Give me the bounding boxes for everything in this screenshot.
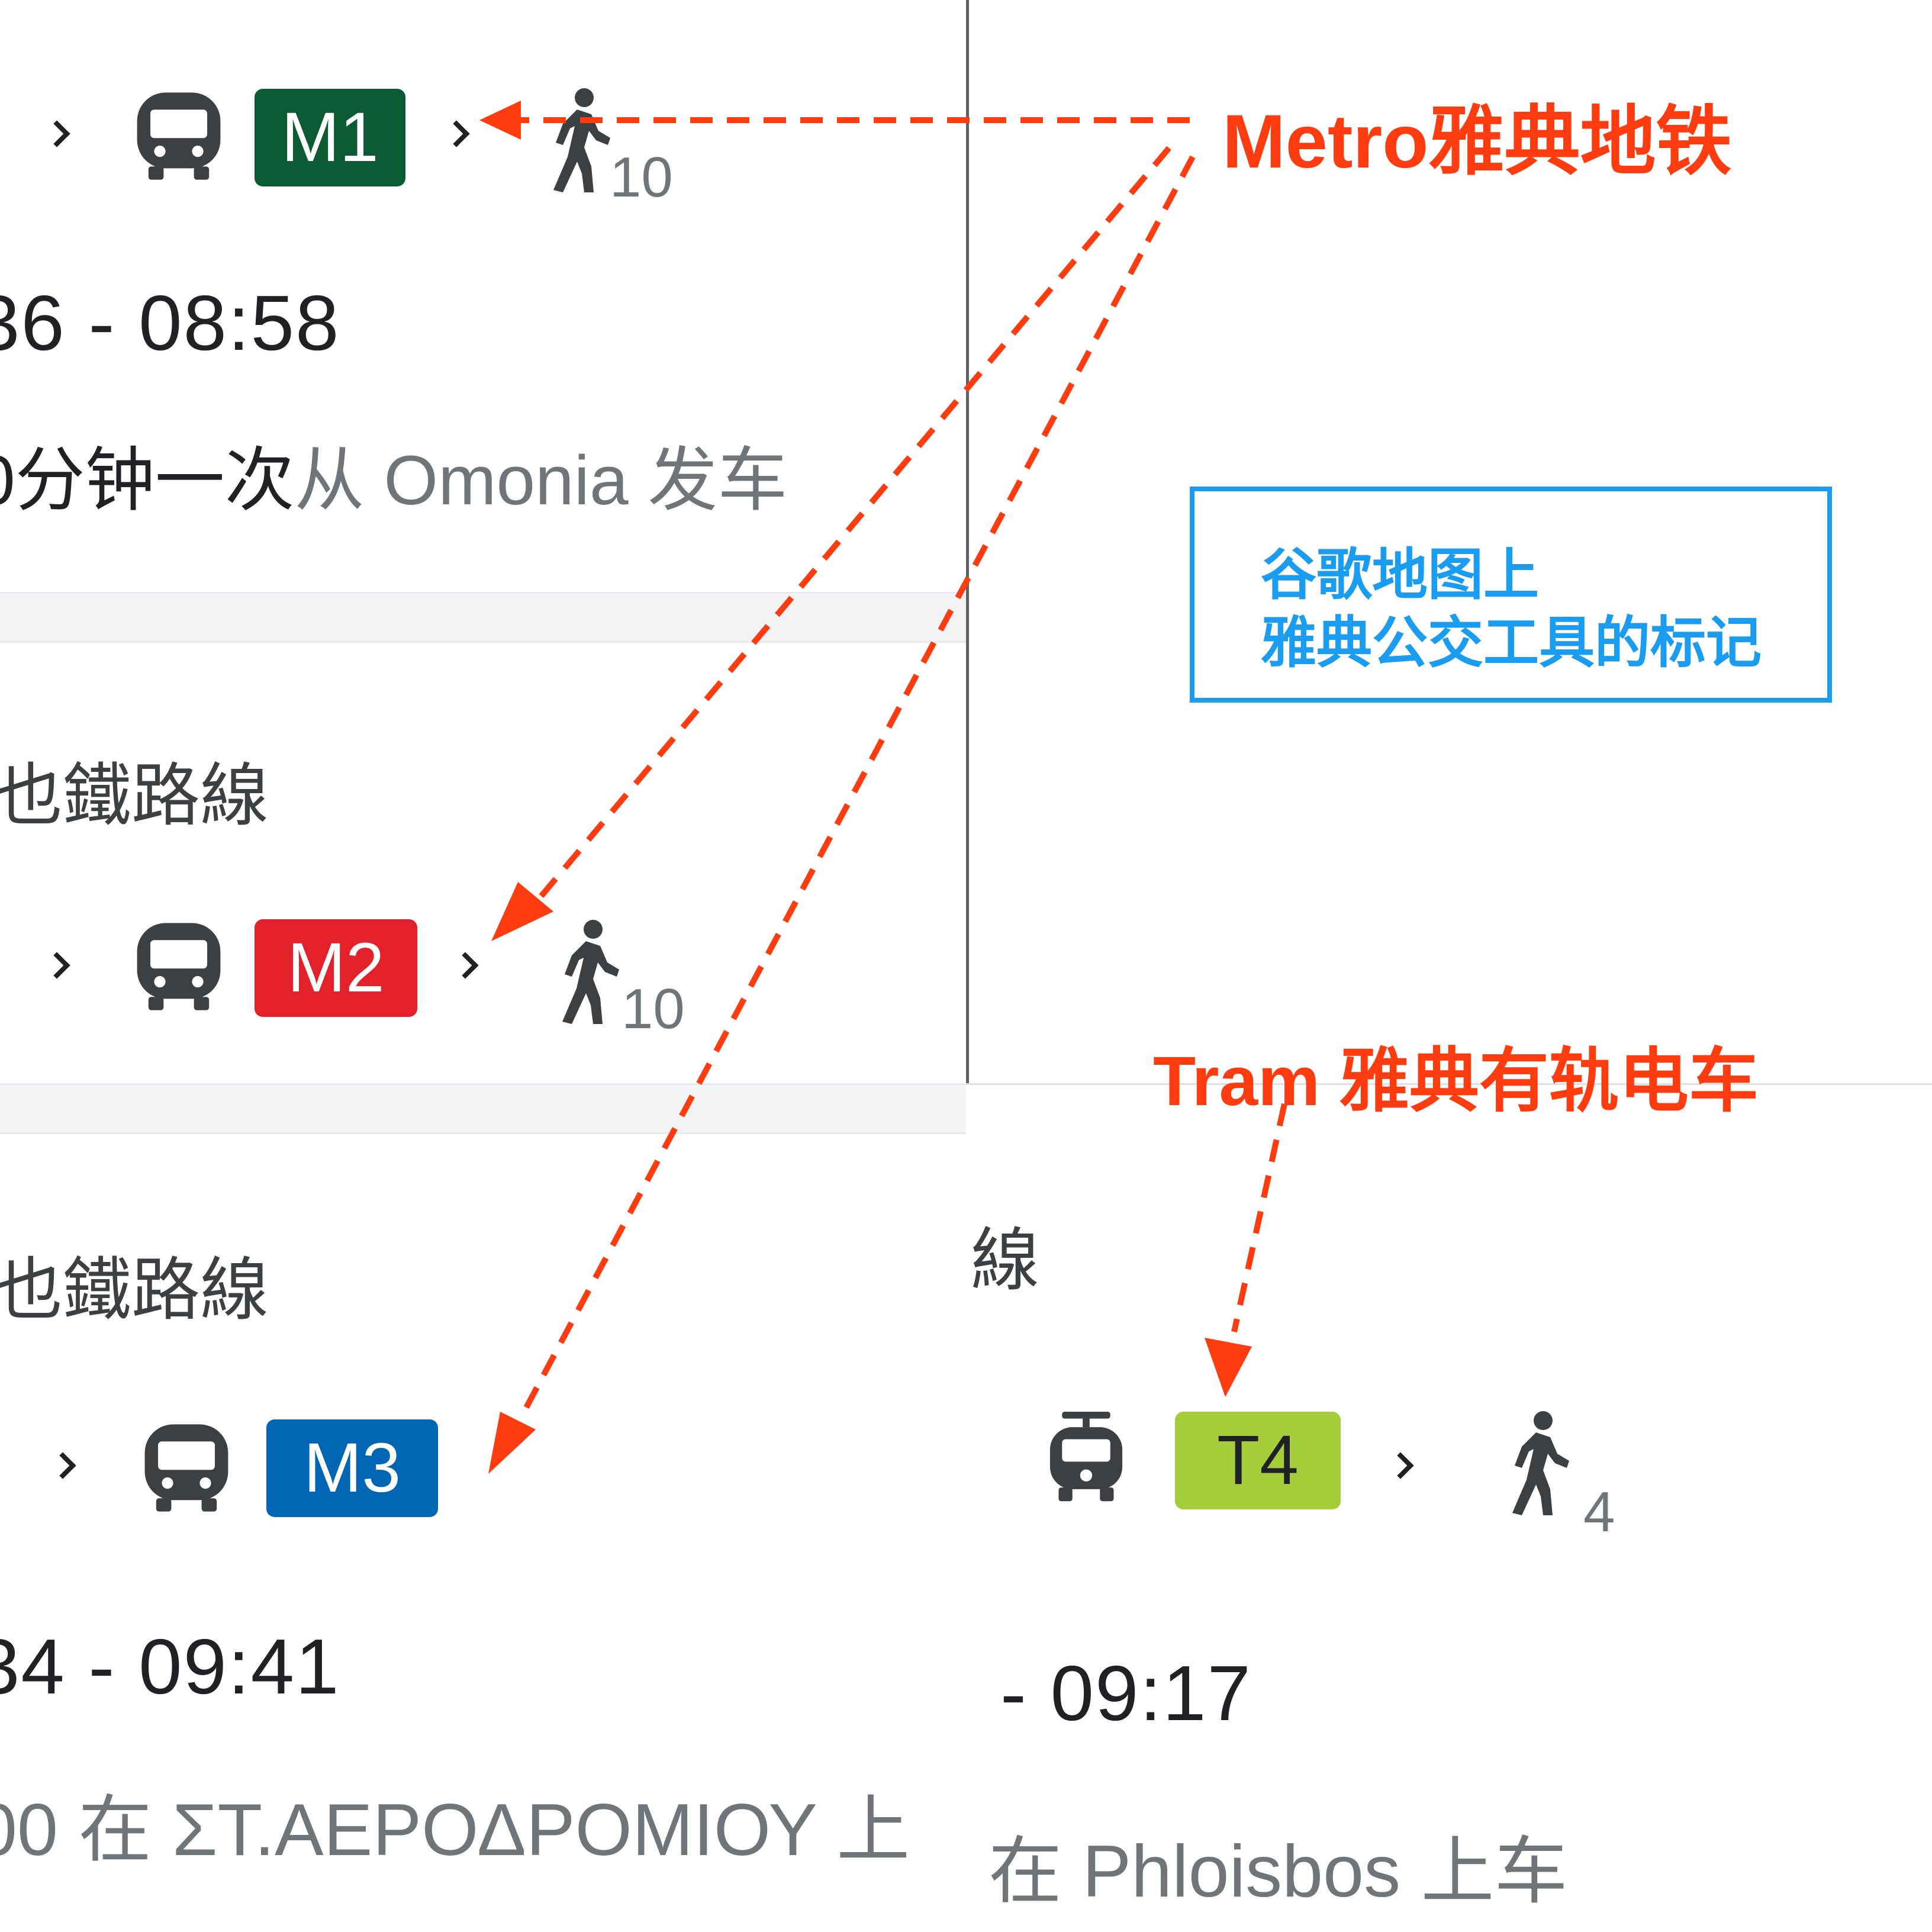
- tram-annotation: Tram 雅典有轨电车: [1153, 1042, 1759, 1120]
- annotation-arrows: [479, 101, 1287, 1474]
- info-text: 雅典公交工具的标记: [1261, 611, 1762, 674]
- metro-annotation: Metro雅典地铁: [1222, 99, 1732, 184]
